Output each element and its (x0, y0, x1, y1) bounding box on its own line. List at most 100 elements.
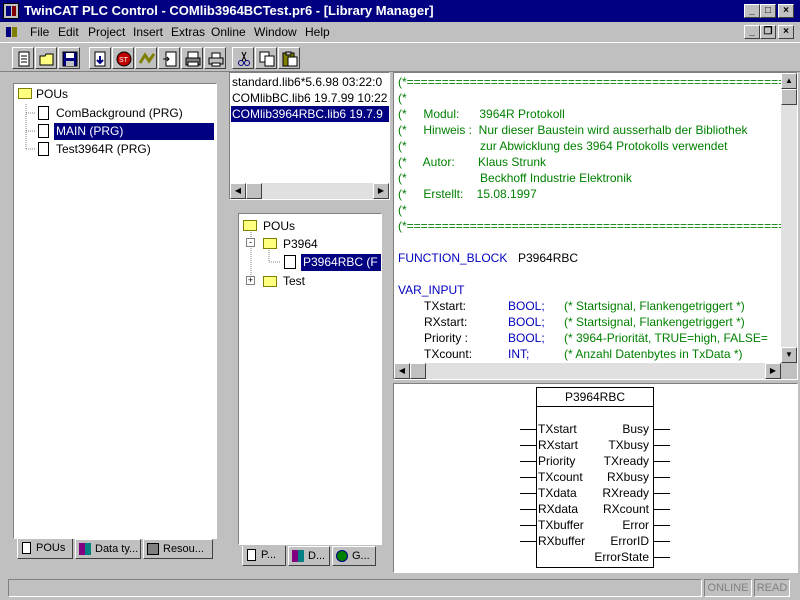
fb-input-line (520, 509, 536, 510)
fb-input-line (520, 445, 536, 446)
document-icon (38, 106, 49, 120)
code-header-line: (* Hinweis : Nur dieser Baustein wird au… (398, 123, 748, 137)
code-editor[interactable]: (*======================================… (393, 72, 798, 380)
stop-button[interactable]: ST (112, 47, 134, 69)
maximize-button[interactable]: □ (760, 4, 776, 18)
app-icon[interactable] (3, 3, 19, 19)
folder-icon (18, 88, 32, 99)
document-icon (38, 142, 49, 156)
tab-lib-datatypes[interactable]: D... (288, 546, 330, 566)
open-button[interactable] (35, 47, 57, 69)
code-vscrollbar[interactable]: ▲ ▼ (781, 73, 797, 363)
document-icon (247, 549, 256, 561)
step-button[interactable] (158, 47, 180, 69)
new-file-icon (18, 51, 30, 67)
tree-item-main[interactable]: MAIN (PRG) (56, 123, 123, 139)
paste-button[interactable] (278, 47, 300, 69)
menu-help[interactable]: Help (305, 25, 330, 39)
code-hscrollbar[interactable]: ◀ ▶ (394, 363, 781, 379)
tree-root-label[interactable]: POUs (36, 86, 68, 102)
menu-edit[interactable]: Edit (58, 25, 79, 39)
mdi-minimize-button[interactable]: _ (744, 25, 760, 39)
new-file-button[interactable] (12, 47, 34, 69)
pou-tree[interactable]: POUs ComBackground (PRG) MAIN (PRG) Test… (13, 83, 217, 539)
fb-input-pin: RXstart (538, 438, 579, 452)
tree-item-combackground[interactable]: ComBackground (PRG) (56, 105, 183, 121)
fb-input-pin: TXbuffer (538, 518, 584, 532)
fb-output-pin: RXcount (602, 502, 649, 516)
tab-resources[interactable]: Resou... (143, 539, 213, 559)
save-button[interactable] (58, 47, 80, 69)
mdi-restore-button[interactable]: ❐ (760, 25, 776, 39)
fb-input-pin: TXstart (538, 422, 577, 436)
menu-file[interactable]: File (30, 25, 49, 39)
library-item[interactable]: standard.lib6*5.6.98 03:22:0 (232, 75, 382, 89)
menu-window[interactable]: Window (254, 25, 297, 39)
tab-resources-label: Resou... (163, 543, 204, 555)
copy-button[interactable] (255, 47, 277, 69)
code-var-comment: (* Anzahl Datenbytes in TxData *) (564, 347, 743, 361)
code-header-line: (* Beckhoff Industrie Elektronik (398, 171, 632, 185)
close-button[interactable]: × (778, 4, 794, 18)
library-hscrollbar[interactable]: ◀ ▶ (230, 183, 389, 199)
lib-tree-folder-p3964[interactable]: P3964 (283, 236, 318, 252)
code-var-type: BOOL; (508, 299, 545, 313)
code-separator: (*======================================… (398, 219, 798, 233)
print-preview-button[interactable] (181, 47, 203, 69)
minimize-button[interactable]: _ (744, 4, 760, 18)
tab-lib-globals[interactable]: G... (332, 546, 376, 566)
scroll-thumb[interactable] (781, 89, 797, 105)
toolbar: ST (0, 42, 800, 72)
printer-icon (208, 52, 224, 67)
scroll-right-icon[interactable]: ▶ (765, 363, 781, 379)
tree-item-test3964r[interactable]: Test3964R (PRG) (56, 141, 151, 157)
fb-output-line (654, 477, 670, 478)
menu-extras[interactable]: Extras (171, 25, 205, 39)
mdi-icon[interactable] (6, 25, 20, 39)
collapse-icon[interactable]: - (246, 238, 255, 247)
status-bar: ONLINE READ (0, 576, 800, 600)
printer-button[interactable] (204, 47, 226, 69)
tab-data-types[interactable]: Data ty... (75, 539, 141, 559)
scroll-left-icon[interactable]: ◀ (230, 183, 246, 199)
build-button[interactable] (89, 47, 111, 69)
tab-lib-pous[interactable]: P... (242, 546, 286, 566)
mdi-close-button[interactable]: × (778, 25, 794, 39)
expand-icon[interactable]: + (246, 276, 255, 285)
code-header-line: (* Autor: Klaus Strunk (398, 155, 547, 169)
fb-title: P3964RBC (564, 390, 626, 404)
lib-tree-folder-test[interactable]: Test (283, 273, 305, 289)
code-var-type: BOOL; (508, 315, 545, 329)
scroll-left-icon[interactable]: ◀ (394, 363, 410, 379)
scroll-right-icon[interactable]: ▶ (373, 183, 389, 199)
code-var-comment: (* Startsignal, Flankengetriggert *) (564, 299, 745, 313)
build-icon (94, 51, 106, 67)
cut-button[interactable] (232, 47, 254, 69)
run-button[interactable] (135, 47, 157, 69)
tab-lib-datatypes-label: D... (308, 550, 326, 562)
tab-pous[interactable]: POUs (17, 539, 73, 559)
open-folder-icon (39, 53, 54, 66)
scroll-thumb[interactable] (410, 363, 426, 379)
library-item-selected[interactable]: COMlib3964RBC.lib6 19.7.9 (232, 107, 383, 121)
menu-project[interactable]: Project (88, 25, 125, 39)
fb-output-line (654, 541, 670, 542)
stop-icon: ST (116, 51, 132, 67)
lib-tree-item-p3964rbc[interactable]: P3964RBC (F (303, 254, 378, 270)
code-separator: (*======================================… (398, 75, 798, 89)
library-list[interactable]: standard.lib6*5.6.98 03:22:0 COMlibBC.li… (229, 72, 390, 200)
paste-icon (282, 51, 298, 67)
code-header-line: (* zur Abwicklung des 3964 Protokolls ve… (398, 139, 728, 153)
scroll-thumb[interactable] (246, 183, 262, 199)
data-types-icon (292, 550, 304, 562)
library-item[interactable]: COMlibBC.lib6 19.7.99 10:22 (232, 91, 387, 105)
library-pou-tree[interactable]: POUs - P3964 P3964RBC (F + Test (238, 213, 382, 545)
fb-output-pin: RXready (602, 486, 649, 500)
status-message (8, 579, 702, 597)
fb-output-line (654, 429, 670, 430)
lib-tree-root[interactable]: POUs (263, 218, 295, 234)
scroll-up-icon[interactable]: ▲ (781, 73, 797, 89)
menu-online[interactable]: Online (211, 25, 246, 39)
scroll-down-icon[interactable]: ▼ (781, 347, 797, 363)
menu-insert[interactable]: Insert (133, 25, 163, 39)
